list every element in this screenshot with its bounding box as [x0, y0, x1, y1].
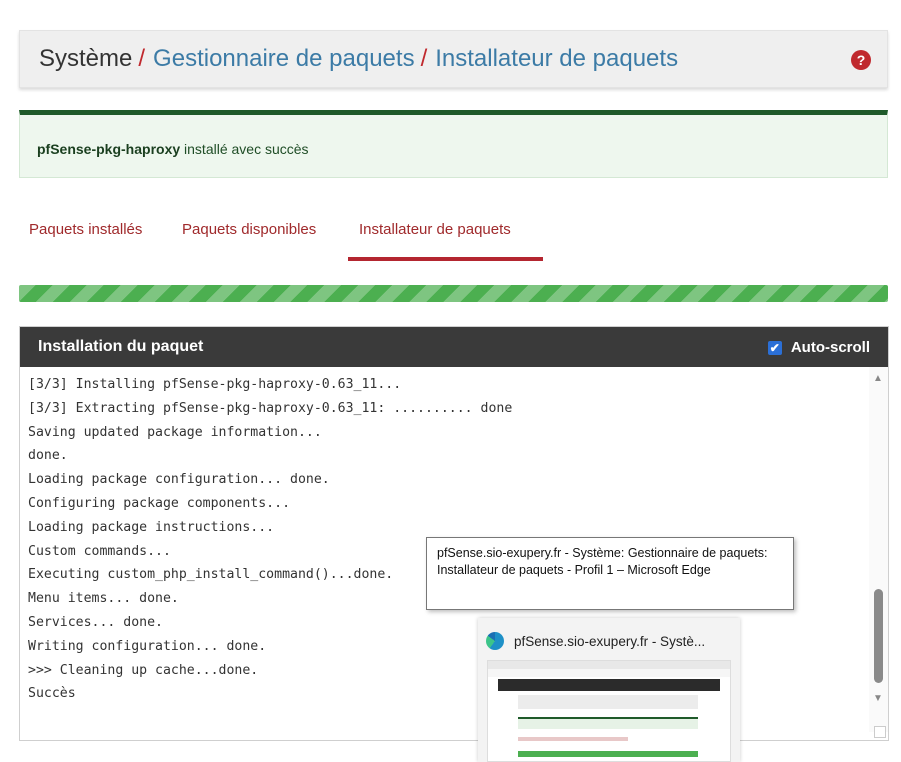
console-line: Configuring package components... — [28, 495, 291, 511]
console-line: Services... done. — [28, 614, 163, 630]
checkbox-checked-icon[interactable]: ✔ — [767, 340, 782, 355]
console-header: Installation du paquet ✔ Auto-scroll — [20, 327, 888, 367]
scroll-up-arrow-icon[interactable]: ▲ — [873, 373, 883, 384]
scroll-down-arrow-icon[interactable]: ▼ — [873, 693, 883, 704]
progress-bar — [19, 285, 888, 302]
scrollbar-thumb[interactable] — [874, 589, 883, 683]
autoscroll-toggle[interactable]: ✔ Auto-scroll — [767, 339, 870, 356]
alert-message: installé avec succès — [184, 141, 309, 157]
breadcrumb: Système / Gestionnaire de paquets / Inst… — [19, 30, 888, 88]
resize-grip-icon[interactable] — [874, 726, 886, 738]
console-line: Saving updated package information... — [28, 424, 322, 440]
preview-title: pfSense.sio-exupery.fr - Systè... — [514, 633, 706, 649]
autoscroll-label: Auto-scroll — [790, 339, 870, 356]
install-console-panel: Installation du paquet ✔ Auto-scroll [3/… — [19, 326, 889, 741]
breadcrumb-separator: / — [138, 45, 146, 72]
console-line: >>> Cleaning up cache...done. — [28, 662, 259, 678]
tab-package-installer[interactable]: Installateur de paquets — [359, 221, 511, 238]
alert-package-name: pfSense-pkg-haproxy — [37, 141, 181, 157]
console-line: [3/3] Installing pfSense-pkg-haproxy-0.6… — [28, 377, 402, 392]
console-line: [3/3] Extracting pfSense-pkg-haproxy-0.6… — [28, 400, 513, 416]
preview-title-row: pfSense.sio-exupery.fr - Systè... — [486, 632, 705, 650]
breadcrumb-link-package-installer[interactable]: Installateur de paquets — [435, 45, 678, 73]
preview-thumbnail — [487, 660, 731, 762]
tab-available-packages[interactable]: Paquets disponibles — [182, 221, 316, 238]
console-scrollbar[interactable]: ▲ ▼ — [869, 367, 888, 732]
console-title: Installation du paquet — [38, 338, 204, 355]
edge-browser-icon — [486, 632, 504, 650]
console-line: done. — [28, 448, 68, 464]
console-line: Loading package configuration... done. — [28, 472, 330, 488]
taskbar-window-preview[interactable]: pfSense.sio-exupery.fr - Systè... — [478, 618, 740, 762]
question-circle-icon[interactable]: ? — [851, 50, 871, 70]
breadcrumb-link-package-manager[interactable]: Gestionnaire de paquets — [153, 45, 415, 73]
breadcrumb-root: Système — [39, 45, 133, 72]
console-line: Loading package instructions... — [28, 519, 275, 535]
tab-installed-packages[interactable]: Paquets installés — [29, 221, 142, 238]
progress-fill — [19, 285, 888, 302]
console-line: Writing configuration... done. — [28, 638, 267, 654]
window-tooltip: pfSense.sio-exupery.fr - Système: Gestio… — [426, 537, 794, 610]
active-tab-indicator — [348, 257, 543, 261]
breadcrumb-separator: / — [420, 45, 428, 72]
success-alert: pfSense-pkg-haproxy installé avec succès — [19, 110, 888, 178]
console-line: Succès — [28, 686, 76, 702]
